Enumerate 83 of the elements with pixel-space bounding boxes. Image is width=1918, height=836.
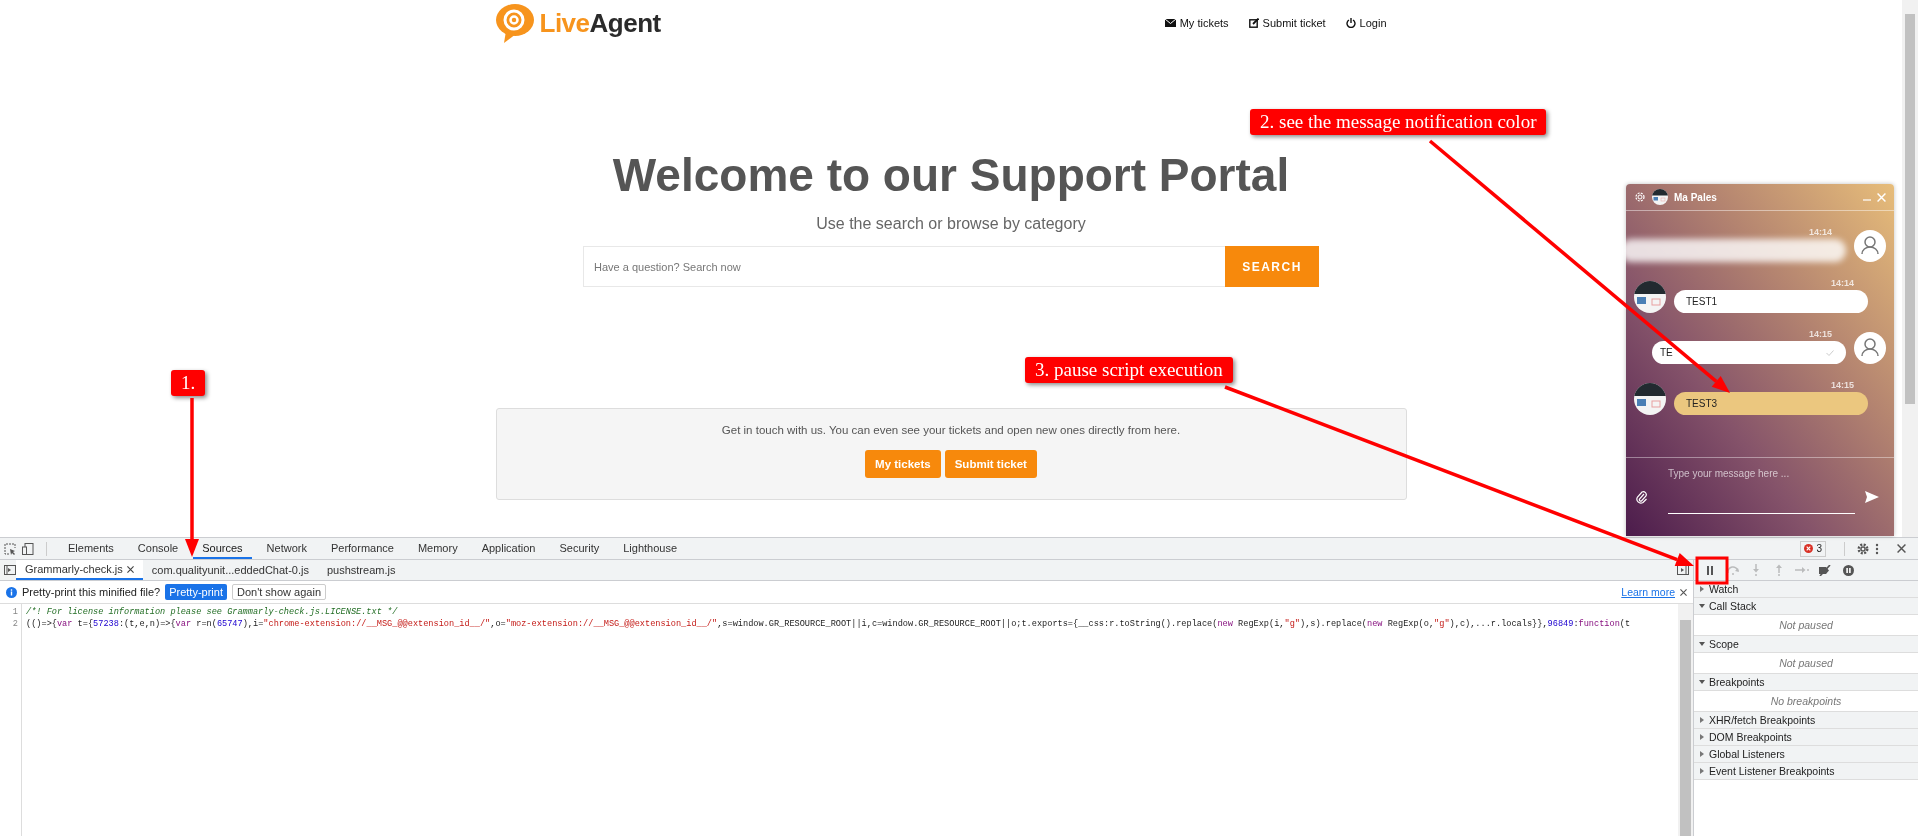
nav-link[interactable]: Login bbox=[1345, 17, 1387, 29]
avatar bbox=[1634, 383, 1666, 415]
line-number: 1 bbox=[12, 606, 18, 618]
devtools-tab[interactable]: Security bbox=[550, 538, 609, 559]
empty-message: No breakpoints bbox=[1770, 695, 1842, 707]
nav-link[interactable]: My tickets bbox=[1164, 17, 1229, 29]
section-header[interactable]: Event Listener Breakpoints bbox=[1694, 763, 1918, 780]
close-icon[interactable] bbox=[1897, 544, 1906, 553]
devtools-tab[interactable]: Elements bbox=[59, 538, 123, 559]
more-icon[interactable] bbox=[1875, 542, 1879, 555]
empty-message: Not paused bbox=[1779, 657, 1833, 669]
section-header[interactable]: XHR/fetch Breakpoints bbox=[1694, 712, 1918, 729]
section-header[interactable]: Global Listeners bbox=[1694, 746, 1918, 763]
step-into-icon bbox=[1751, 564, 1761, 576]
message-time: 14:15 bbox=[1808, 329, 1833, 339]
section-header[interactable]: DOM Breakpoints bbox=[1694, 729, 1918, 746]
section-header[interactable]: Call Stack bbox=[1694, 598, 1918, 615]
devtools-tab[interactable]: Lighthouse bbox=[614, 538, 687, 559]
power-icon bbox=[1345, 18, 1356, 28]
page-subtitle: Use the search or browse by category bbox=[816, 215, 1086, 233]
nav-link[interactable]: Submit ticket bbox=[1248, 17, 1326, 29]
pause-icon bbox=[1706, 565, 1714, 575]
message-time: 14:15 bbox=[1830, 380, 1855, 390]
logo-icon bbox=[495, 3, 534, 43]
file-tab[interactable]: pushstream.js bbox=[317, 560, 405, 580]
learn-more-link[interactable]: Learn more bbox=[1621, 586, 1675, 598]
inspect-icon[interactable] bbox=[4, 542, 16, 555]
check-icon bbox=[1826, 349, 1834, 356]
agent-name: Ma Pales bbox=[1674, 191, 1718, 203]
message-field[interactable]: Type your message here ... bbox=[1668, 464, 1855, 514]
settings-icon[interactable] bbox=[1857, 542, 1869, 555]
close-icon[interactable] bbox=[1680, 588, 1687, 596]
file-tab[interactable]: Grammarly-check.js bbox=[16, 560, 143, 580]
step-out-icon bbox=[1774, 564, 1784, 576]
close-icon[interactable] bbox=[126, 565, 134, 573]
devtools-tab[interactable]: Memory bbox=[408, 538, 467, 559]
page-title: Welcome to our Support Portal bbox=[612, 148, 1290, 202]
device-icon[interactable] bbox=[22, 542, 34, 555]
search-field[interactable]: Have a question? Search now bbox=[583, 246, 1225, 287]
annotation-label: 3. pause script execution bbox=[1025, 357, 1233, 383]
highlight-frame bbox=[1695, 556, 1729, 585]
devtools-tab[interactable]: Network bbox=[257, 538, 316, 559]
file-tab[interactable]: com.qualityunit...eddedChat-0.js bbox=[142, 560, 318, 580]
devtools-tab[interactable]: Application bbox=[472, 538, 545, 559]
info-icon bbox=[6, 586, 17, 598]
code-line: (()=>{var t={57238:(t,e,n)=>{var r=n(65747),i="chrome-extension://__MSG_@@extension_id__/",o="moz-extension://__MSG_@@extension_id__/",s=window.GR_RESOURCE_ROOT||i,c=window.GR_RESOURCE_ROOT||o;t.exports={__css:r.toString().replace(new RegExp(i,"g"),s).replace(new RegExp(o,"g"),c),...r.locals}},96849:function(t bbox=[26, 619, 1631, 629]
logo-text: LiveAgent bbox=[539, 7, 661, 39]
attach-icon[interactable] bbox=[1636, 490, 1648, 504]
dismiss-button[interactable]: Don't show again bbox=[231, 584, 326, 600]
message-time: 14:14 bbox=[1830, 278, 1855, 288]
empty-message: Not paused bbox=[1779, 619, 1833, 631]
annotation-label: 2. see the message notification color bbox=[1250, 109, 1547, 135]
avatar bbox=[1652, 189, 1668, 205]
message-bubble: TEST1 bbox=[1674, 290, 1868, 313]
devtools-tab[interactable]: Console bbox=[128, 538, 188, 559]
message-bubble: TE bbox=[1652, 341, 1846, 364]
annotation-label: 1. bbox=[171, 370, 206, 396]
message-bubble: TEST3 bbox=[1674, 392, 1868, 415]
user-icon bbox=[1854, 332, 1886, 364]
user-icon bbox=[1854, 230, 1886, 262]
pause-on-exceptions-icon bbox=[1842, 564, 1854, 576]
step-icon bbox=[1795, 565, 1809, 575]
contact-text: Get in touch with us. You can even see your tickets and open new ones directly from here. bbox=[721, 424, 1181, 436]
pretty-print-button[interactable]: Pretty-print bbox=[165, 584, 227, 600]
deactivate-breakpoints-icon bbox=[1818, 564, 1832, 576]
debugger-toggle-icon[interactable] bbox=[1677, 565, 1689, 575]
scrollbar[interactable] bbox=[1902, 0, 1918, 537]
navigator-toggle-icon[interactable] bbox=[4, 565, 16, 575]
avatar bbox=[1634, 281, 1666, 313]
section-header[interactable]: Watch bbox=[1694, 581, 1918, 598]
error-badge[interactable]: 3 bbox=[1800, 540, 1826, 557]
message-time: 14:14 bbox=[1808, 227, 1833, 237]
infobar-message: Pretty-print this minified file? bbox=[22, 586, 161, 598]
scrollbar[interactable] bbox=[1678, 604, 1693, 836]
code-line: /*! For license information please see Grammarly-check.js.LICENSE.txt */ bbox=[26, 607, 398, 617]
step-over-icon bbox=[1726, 565, 1740, 575]
edit-icon bbox=[1248, 18, 1259, 28]
send-icon[interactable] bbox=[1865, 491, 1879, 503]
section-header[interactable]: Breakpoints bbox=[1694, 674, 1918, 691]
line-number: 2 bbox=[12, 618, 18, 630]
devtools-tab[interactable]: Performance bbox=[321, 538, 403, 559]
section-header[interactable]: Scope bbox=[1694, 636, 1918, 653]
envelope-icon bbox=[1164, 19, 1176, 27]
